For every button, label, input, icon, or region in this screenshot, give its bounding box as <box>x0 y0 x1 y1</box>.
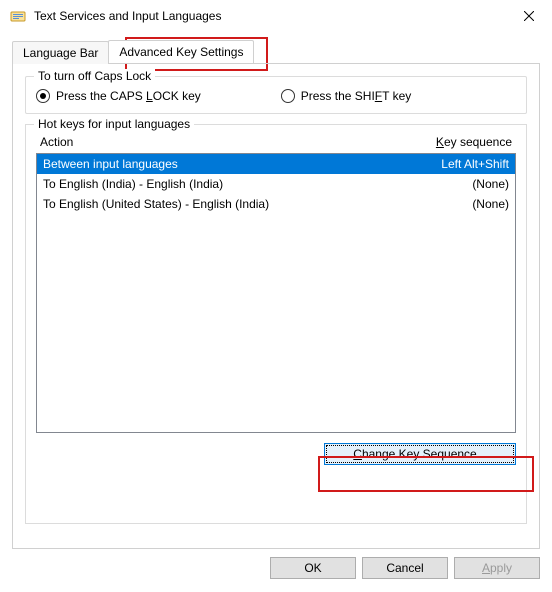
radio-shift-label: Press the SHIFT key <box>301 89 412 103</box>
window-title: Text Services and Input Languages <box>34 9 506 23</box>
hotkeys-group: Hot keys for input languages Action Key … <box>25 124 527 524</box>
ok-button[interactable]: OK <box>270 557 356 579</box>
titlebar: Text Services and Input Languages <box>0 0 552 32</box>
tab-area: Language Bar Advanced Key Settings <box>0 32 552 63</box>
cell-action: To English (United States) - English (In… <box>43 197 269 211</box>
radio-shift[interactable]: Press the SHIFT key <box>281 89 412 103</box>
col-action: Action <box>40 135 73 149</box>
hotkeys-legend: Hot keys for input languages <box>34 117 194 131</box>
cell-keyseq: Left Alt+Shift <box>441 157 509 171</box>
caps-legend: To turn off Caps Lock <box>34 69 155 83</box>
col-key-sequence: Key sequence <box>436 135 512 149</box>
cell-keyseq: (None) <box>472 197 509 211</box>
app-icon <box>10 8 26 24</box>
caps-lock-group: To turn off Caps Lock Press the CAPS LOC… <box>25 76 527 114</box>
tab-sheet: To turn off Caps Lock Press the CAPS LOC… <box>12 63 540 549</box>
dialog-footer: OK Cancel Apply <box>0 557 552 591</box>
radio-caps-label: Press the CAPS LOCK key <box>56 89 201 103</box>
list-item[interactable]: To English (India) - English (India) (No… <box>37 174 515 194</box>
cancel-button[interactable]: Cancel <box>362 557 448 579</box>
close-button[interactable] <box>506 0 552 32</box>
cell-action: Between input languages <box>43 157 178 171</box>
apply-button: Apply <box>454 557 540 579</box>
hotkey-list[interactable]: Between input languages Left Alt+Shift T… <box>36 153 516 433</box>
change-key-sequence-button[interactable]: Change Key Sequence... <box>324 443 516 465</box>
radio-caps-lock[interactable]: Press the CAPS LOCK key <box>36 89 201 103</box>
list-item[interactable]: To English (United States) - English (In… <box>37 194 515 214</box>
list-item[interactable]: Between input languages Left Alt+Shift <box>37 154 515 174</box>
tab-advanced-key-settings[interactable]: Advanced Key Settings <box>108 40 254 63</box>
radio-indicator <box>36 89 50 103</box>
tab-language-bar[interactable]: Language Bar <box>12 41 109 64</box>
list-header: Action Key sequence <box>36 135 516 153</box>
cell-keyseq: (None) <box>472 177 509 191</box>
cell-action: To English (India) - English (India) <box>43 177 223 191</box>
radio-indicator <box>281 89 295 103</box>
